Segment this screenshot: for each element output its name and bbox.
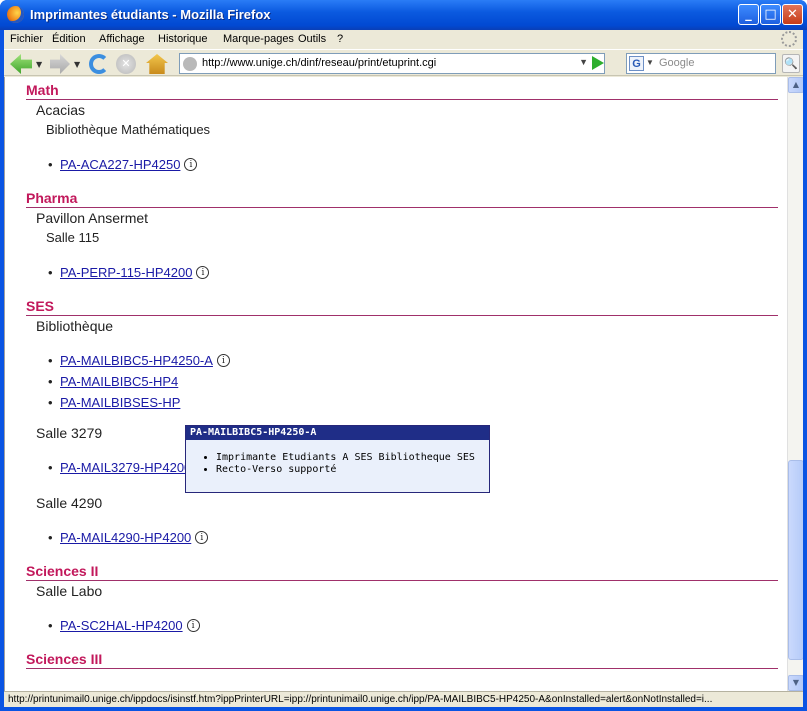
list-item: • PA-MAIL4290-HP4200 i — [48, 530, 209, 545]
menu-outils[interactable]: Outils — [298, 33, 326, 45]
window-frame-bottom — [0, 707, 807, 711]
list-item: • PA-MAILBIBSES-HP — [48, 395, 180, 410]
search-magnifier-icon[interactable]: 🔍 — [782, 54, 800, 73]
building-label: Bibliothèque — [36, 318, 114, 334]
search-bar[interactable]: G ▼ Google — [626, 53, 776, 74]
list-item: • PA-PERP-115-HP4200 i — [48, 265, 210, 280]
menu-historique[interactable]: Historique — [158, 33, 208, 45]
list-item: • PA-MAILBIBC5-HP4 — [48, 374, 178, 389]
bullet: • — [48, 460, 53, 475]
info-icon[interactable]: i — [186, 619, 200, 632]
printer-link[interactable]: PA-MAILBIBC5-HP4 — [60, 374, 178, 389]
list-item: • PA-MAILBIBC5-HP4250-A i — [48, 353, 230, 368]
address-bar[interactable]: http://www.unige.ch/dinf/reseau/print/et… — [179, 53, 605, 74]
close-button[interactable]: ✕ — [782, 4, 803, 25]
section-title-ses: SES — [26, 298, 778, 316]
go-arrow-icon[interactable] — [592, 56, 604, 70]
bullet: • — [48, 395, 53, 410]
window-frame-right — [803, 30, 807, 711]
list-item: • PA-ACA227-HP4250 i — [48, 157, 198, 172]
window-title: Imprimantes étudiants - Mozilla Firefox — [30, 7, 271, 22]
minimize-button[interactable]: _ — [738, 4, 759, 25]
forward-arrow-icon[interactable] — [50, 54, 70, 74]
navigation-toolbar: ▼ ▼ ✕ http://www.unige.ch/dinf/reseau/pr… — [4, 49, 803, 76]
room-label: Salle 4290 — [36, 495, 103, 511]
printer-link[interactable]: PA-MAIL3279-HP4200 — [60, 460, 191, 475]
building-label: Salle Labo — [36, 583, 103, 599]
info-icon[interactable]: i — [216, 354, 230, 367]
info-icon[interactable]: i — [195, 531, 209, 544]
url-dropdown-icon[interactable]: ▼ — [579, 57, 588, 67]
bullet: • — [48, 265, 53, 280]
bullet: • — [48, 530, 53, 545]
reload-icon[interactable] — [89, 54, 109, 74]
tooltip-details: Imprimante Etudiants A SES Bibliotheque … — [186, 452, 489, 476]
building-label: Acacias — [36, 102, 86, 118]
window-frame-left — [0, 30, 4, 711]
search-engine-dropdown-icon[interactable]: ▼ — [646, 58, 654, 67]
scroll-up-icon[interactable]: ▲ — [788, 77, 804, 93]
forward-history-dropdown-icon[interactable]: ▼ — [74, 60, 80, 69]
back-history-dropdown-icon[interactable]: ▼ — [36, 60, 42, 69]
info-icon[interactable]: i — [184, 158, 198, 171]
menu-help[interactable]: ? — [337, 33, 343, 45]
menu-fichier[interactable]: Fichier — [10, 33, 43, 45]
firefox-logo-icon — [7, 6, 24, 23]
printer-link[interactable]: PA-ACA227-HP4250 — [60, 157, 180, 172]
browser-window: Imprimantes étudiants - Mozilla Firefox … — [0, 0, 807, 711]
vertical-scrollbar[interactable]: ▲ ▼ — [787, 77, 804, 691]
printer-link[interactable]: PA-MAILBIBSES-HP — [60, 395, 180, 410]
page-content: Math Acacias Bibliothèque Mathématiques … — [4, 77, 787, 691]
back-arrow-icon[interactable] — [10, 54, 32, 74]
menu-marque-pages[interactable]: Marque-pages — [223, 33, 294, 45]
printer-link[interactable]: PA-SC2HAL-HP4200 — [60, 618, 183, 633]
menu-edition[interactable]: Édition — [52, 33, 86, 45]
printer-link[interactable]: PA-MAILBIBC5-HP4250-A — [60, 353, 213, 368]
bullet: • — [48, 353, 53, 368]
section-title-sciences-iii: Sciences III — [26, 651, 778, 669]
bullet: • — [48, 157, 53, 172]
scroll-down-icon[interactable]: ▼ — [788, 675, 804, 691]
address-input[interactable]: http://www.unige.ch/dinf/reseau/print/et… — [202, 57, 436, 69]
printer-link[interactable]: PA-MAIL4290-HP4200 — [60, 530, 191, 545]
list-item: • PA-SC2HAL-HP4200 i — [48, 618, 200, 633]
menu-affichage[interactable]: Affichage — [99, 33, 145, 45]
building-label: Pavillon Ansermet — [36, 210, 149, 226]
home-icon[interactable] — [146, 54, 168, 74]
section-title-sciences-ii: Sciences II — [26, 563, 778, 581]
bullet: • — [48, 618, 53, 633]
room-label: Bibliothèque Mathématiques — [46, 122, 211, 137]
throbber-icon — [781, 31, 797, 47]
tooltip-line: Recto-Verso supporté — [216, 464, 489, 476]
site-identity-icon[interactable] — [183, 57, 197, 71]
menu-bar: Fichier Édition Affichage Historique Mar… — [4, 30, 803, 49]
bullet: • — [48, 374, 53, 389]
info-icon[interactable]: i — [196, 266, 210, 279]
tooltip-title: PA-MAILBIBC5-HP4250-A — [186, 426, 489, 440]
section-title-math: Math — [26, 82, 778, 100]
title-bar[interactable]: Imprimantes étudiants - Mozilla Firefox … — [0, 0, 807, 30]
search-engine-icon[interactable]: G — [629, 56, 644, 71]
search-input[interactable]: Google — [659, 57, 694, 69]
printer-link[interactable]: PA-PERP-115-HP4200 — [60, 265, 192, 280]
scroll-thumb[interactable] — [788, 460, 804, 660]
browser-chrome: Fichier Édition Affichage Historique Mar… — [4, 30, 804, 707]
status-bar: http://printunimail0.unige.ch/ippdocs/is… — [4, 691, 803, 707]
stop-icon[interactable]: ✕ — [116, 54, 136, 74]
room-label: Salle 115 — [46, 230, 100, 245]
room-label: Salle 3279 — [36, 425, 103, 441]
printer-tooltip: PA-MAILBIBC5-HP4250-A Imprimante Etudian… — [185, 425, 490, 493]
section-title-pharma: Pharma — [26, 190, 778, 208]
maximize-button[interactable]: □ — [760, 4, 781, 25]
tooltip-line: Imprimante Etudiants A SES Bibliotheque … — [216, 452, 489, 464]
